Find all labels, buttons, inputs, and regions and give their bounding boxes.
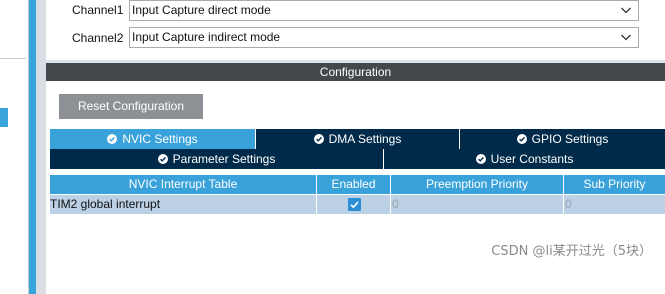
checkmark-icon <box>350 201 359 209</box>
table-row-sub-priority: 0 <box>564 195 665 214</box>
left-panel <box>0 0 29 294</box>
check-circle-icon <box>313 134 324 144</box>
chevron-down-icon[interactable] <box>620 4 632 16</box>
channel1-mode-value: Input Capture direct mode <box>132 3 271 17</box>
tab-label: NVIC Settings <box>122 132 198 146</box>
table-row-preemption-priority: 0 <box>391 195 563 214</box>
check-circle-icon <box>107 134 118 144</box>
tab-nvic-settings[interactable]: NVIC Settings <box>50 129 255 149</box>
reset-configuration-button[interactable]: Reset Configuration <box>59 94 203 119</box>
enabled-checkbox[interactable] <box>348 198 361 211</box>
left-panel-selection-marker[interactable] <box>0 108 8 127</box>
channel2-mode-value: Input Capture indirect mode <box>132 30 281 44</box>
panel-gutter <box>36 0 46 294</box>
check-circle-icon <box>516 134 527 144</box>
column-header-sub-priority[interactable]: Sub Priority <box>564 175 665 194</box>
check-circle-icon <box>157 154 168 164</box>
table-row-enabled-cell[interactable] <box>317 195 390 214</box>
tab-parameter-settings[interactable]: Parameter Settings <box>50 149 383 169</box>
table-row-interrupt-name[interactable]: TIM2 global interrupt <box>50 195 316 214</box>
configuration-header: Configuration <box>46 63 665 81</box>
check-circle-icon <box>475 154 486 164</box>
watermark-text: CSDN @li某开过光（5块） <box>491 244 652 259</box>
tab-label: User Constants <box>490 152 574 166</box>
tab-gpio-settings[interactable]: GPIO Settings <box>460 129 665 149</box>
tab-label: GPIO Settings <box>531 132 609 146</box>
column-header-nvic-interrupt-table[interactable]: NVIC Interrupt Table <box>50 175 316 194</box>
channel2-mode-select[interactable]: Input Capture indirect mode <box>129 27 639 48</box>
column-header-enabled[interactable]: Enabled <box>317 175 390 194</box>
tab-label: DMA Settings <box>328 132 402 146</box>
channel1-mode-select[interactable]: Input Capture direct mode <box>129 0 639 21</box>
panel-splitter[interactable] <box>29 0 36 294</box>
column-header-preemption-priority[interactable]: Preemption Priority <box>391 175 563 194</box>
tab-user-constants[interactable]: User Constants <box>384 149 665 169</box>
tab-label: Parameter Settings <box>172 152 276 166</box>
channel2-label: Channel2 <box>72 31 124 45</box>
chevron-down-icon[interactable] <box>620 31 632 43</box>
channel1-label: Channel1 <box>72 3 124 17</box>
left-panel-divider <box>0 58 26 59</box>
tab-dma-settings[interactable]: DMA Settings <box>256 129 459 149</box>
